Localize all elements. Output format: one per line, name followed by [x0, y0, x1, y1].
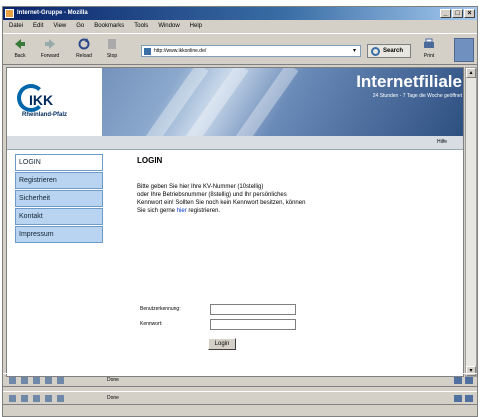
scroll-up-icon[interactable]: ▴ [466, 68, 476, 78]
stop-button[interactable]: Stop [101, 37, 123, 63]
reload-label: Reload [76, 53, 92, 59]
intro-line: Sie sich gerne hier registrieren. [137, 207, 427, 215]
window-title: Internet-Gruppe - Mozilla [17, 10, 88, 16]
sidebar-nav: LOGIN Registrieren Sicherheit Kontakt Im… [15, 154, 103, 244]
title-bar: Internet-Gruppe - Mozilla _ □ × [3, 7, 477, 20]
print-button[interactable]: Print [419, 37, 439, 63]
menu-bar: Datei Edit View Go Bookmarks Tools Windo… [3, 21, 477, 32]
logo-text: IKK [29, 92, 54, 108]
composer-icon[interactable] [33, 377, 40, 384]
reload-icon [78, 38, 90, 50]
nav-item-kontakt[interactable]: Kontakt [15, 208, 103, 225]
help-link[interactable]: Hilfe [437, 139, 447, 145]
mail-icon[interactable] [21, 377, 28, 384]
browser-window: Internet-Gruppe - Mozilla _ □ × Datei Ed… [2, 6, 478, 417]
forward-button[interactable]: Forward [39, 37, 61, 63]
status-indicators [454, 377, 473, 384]
chat-icon[interactable] [57, 395, 64, 402]
url-input[interactable]: http://www.ikkonline.de/ [141, 45, 361, 57]
page-icon [144, 48, 151, 55]
menu-edit[interactable]: Edit [33, 21, 43, 32]
url-dropdown-icon[interactable]: ▾ [353, 46, 360, 56]
nav-item-registrieren[interactable]: Registrieren [15, 172, 103, 189]
intro-text: Bitte geben Sie hier Ihre KV-Nummer (10s… [137, 183, 427, 215]
stop-label: Stop [106, 53, 118, 59]
password-label: Kennwort: [140, 321, 163, 327]
stop-icon [108, 39, 116, 49]
header-banner: IKK Rheinland-Pfalz Internetfiliale 24 S… [7, 68, 463, 136]
nav-item-sicherheit[interactable]: Sicherheit [15, 190, 103, 207]
navigation-toolbar: Back Forward Reload Stop http://www.ikko… [3, 33, 477, 65]
close-button[interactable]: × [464, 9, 475, 18]
intro-text-fragment: registrieren. [188, 208, 221, 214]
window-controls: _ □ × [440, 9, 475, 18]
security-icon [465, 395, 473, 402]
status-text: Done [107, 377, 119, 383]
site-subtitle: 24 Stunden - 7 Tage die Woche geöffnet [372, 93, 462, 99]
connection-icon [454, 377, 462, 384]
search-icon [371, 47, 380, 56]
intro-line: oder Ihre Betriebsnummer (8stellig) und … [137, 192, 287, 198]
mail-icon[interactable] [21, 395, 28, 402]
back-arrow-icon [15, 39, 25, 49]
address-book-icon[interactable] [45, 395, 52, 402]
menu-window[interactable]: Window [158, 21, 179, 32]
print-label: Print [423, 53, 435, 59]
page-content: IKK Rheinland-Pfalz Internetfiliale 24 S… [6, 67, 464, 377]
username-row: Benutzerkennung: [140, 304, 310, 316]
menu-bookmarks[interactable]: Bookmarks [94, 21, 124, 32]
site-title: Internetfiliale [356, 72, 462, 91]
search-button[interactable]: Search [367, 44, 411, 58]
status-bar-secondary: Done [3, 391, 477, 405]
menu-tools[interactable]: Tools [134, 21, 148, 32]
security-icon [465, 377, 473, 384]
vertical-scrollbar[interactable]: ▴ ▾ [465, 67, 477, 377]
register-link[interactable]: hier [177, 208, 187, 214]
forward-label: Forward [40, 53, 60, 59]
menu-help[interactable]: Help [190, 21, 202, 32]
printer-icon [424, 38, 434, 48]
login-button[interactable]: Login [208, 338, 236, 350]
nav-item-login[interactable]: LOGIN [15, 154, 103, 171]
logo-subtitle: Rheinland-Pfalz [22, 112, 68, 118]
back-button[interactable]: Back [9, 37, 31, 63]
intro-line: Bitte geben Sie hier Ihre KV-Nummer (10s… [137, 184, 264, 190]
navigator-icon[interactable] [9, 377, 16, 384]
menu-file[interactable]: Datei [9, 21, 23, 32]
component-bar [9, 395, 64, 402]
address-book-icon[interactable] [45, 377, 52, 384]
intro-line: Kennwort ein! Sollten Sie noch kein Kenn… [137, 200, 306, 206]
status-text: Done [107, 395, 119, 401]
maximize-button[interactable]: □ [452, 9, 463, 18]
page-title: LOGIN [137, 156, 163, 165]
sub-navigation-bar: Hilfe [7, 136, 463, 150]
nav-item-impressum[interactable]: Impressum [15, 226, 103, 243]
minimize-button[interactable]: _ [440, 9, 451, 18]
back-label: Back [14, 53, 26, 59]
mozilla-icon [5, 9, 14, 18]
username-input[interactable] [210, 304, 296, 315]
ikk-logo[interactable]: IKK Rheinland-Pfalz [7, 68, 102, 136]
status-bar: Done [3, 373, 477, 387]
component-bar [9, 377, 64, 384]
navigator-icon[interactable] [9, 395, 16, 402]
status-indicators [454, 395, 473, 402]
username-label: Benutzerkennung: [140, 306, 181, 312]
intro-text-fragment: Sie sich gerne [137, 208, 176, 214]
chat-icon[interactable] [57, 377, 64, 384]
menu-view[interactable]: View [53, 21, 66, 32]
forward-arrow-icon [45, 39, 55, 49]
reload-button[interactable]: Reload [73, 37, 95, 63]
throbber-icon [454, 38, 474, 62]
password-row: Kennwort: [140, 319, 310, 331]
connection-icon [454, 395, 462, 402]
main-content: LOGIN Bitte geben Sie hier Ihre KV-Numme… [137, 156, 437, 215]
search-label: Search [383, 48, 404, 54]
composer-icon[interactable] [33, 395, 40, 402]
url-text: http://www.ikkonline.de/ [154, 48, 207, 54]
password-input[interactable] [210, 319, 296, 330]
menu-go[interactable]: Go [76, 21, 84, 32]
